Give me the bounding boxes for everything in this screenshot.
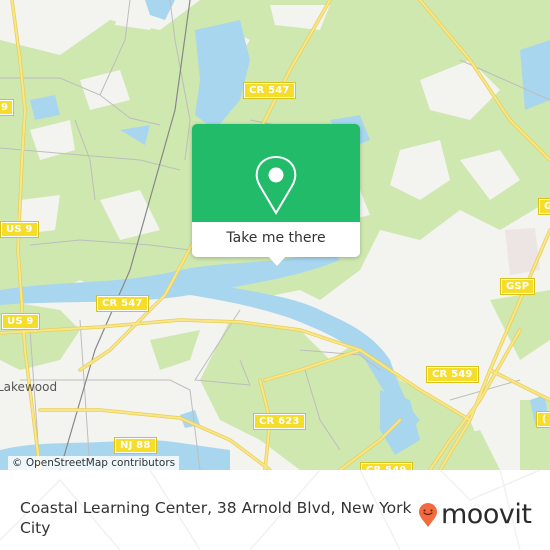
- moovit-smiley-pin-icon: [419, 503, 437, 527]
- road-shield-gsp: GSP: [537, 198, 550, 215]
- place-label-lakewood: Lakewood: [0, 380, 58, 394]
- road-shield-nj-88: NJ 88: [114, 437, 157, 454]
- road-shield-cr-549: CR 549: [360, 462, 413, 470]
- map-pin-icon: [255, 155, 297, 215]
- road-shield-edge: (: [536, 411, 550, 428]
- popup-header: [192, 124, 360, 222]
- popup-tail: [268, 256, 286, 266]
- road-shield-us-9: US 9: [1, 313, 40, 330]
- location-title: Coastal Learning Center, 38 Arnold Blvd,…: [20, 499, 412, 537]
- location-popup: Take me there: [192, 124, 360, 266]
- footer-bar: Coastal Learning Center, 38 Arnold Blvd,…: [0, 470, 550, 550]
- map-view[interactable]: CR 547 US 9 US 9 CR 547 GSP GSP CR 623 C…: [0, 0, 550, 470]
- road-shield-gsp: GSP: [499, 278, 536, 295]
- moovit-wordmark: moovit: [441, 499, 532, 530]
- road-shield-cr-549: CR 549: [426, 366, 479, 383]
- road-shield-edge: 9: [0, 99, 15, 116]
- map-attribution[interactable]: © OpenStreetMap contributors: [8, 456, 180, 470]
- take-me-there-button[interactable]: Take me there: [192, 222, 360, 257]
- road-shield-us-9: US 9: [0, 221, 39, 238]
- moovit-logo[interactable]: moovit: [418, 499, 532, 530]
- road-shield-cr-547: CR 547: [243, 82, 296, 99]
- road-shield-cr-547: CR 547: [96, 295, 149, 312]
- road-shield-cr-623: CR 623: [253, 413, 306, 430]
